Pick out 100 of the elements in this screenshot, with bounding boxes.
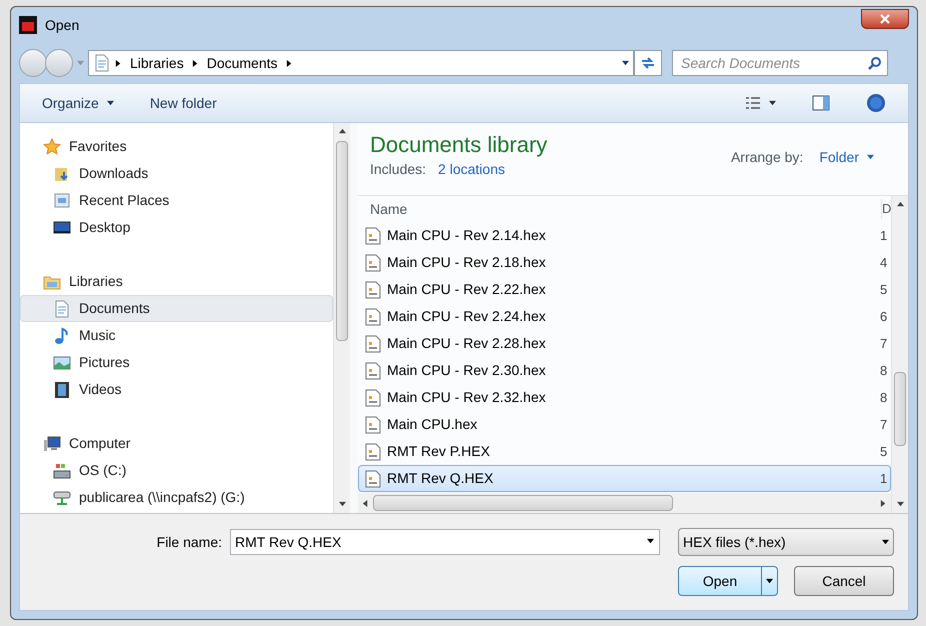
- table-cell-text: 5: [880, 442, 888, 461]
- dropdown-caret-icon[interactable]: [622, 60, 629, 66]
- file-name: RMT Rev Q.HEX: [387, 469, 494, 488]
- table-cell-text: 6: [880, 308, 888, 326]
- file-name: Main CPU - Rev 2.30.hex: [387, 361, 546, 380]
- table-cell-text: 7: [880, 334, 888, 353]
- search-field[interactable]: Search Documents: [672, 50, 888, 76]
- file-row[interactable]: Main CPU - Rev 2.14.hex 1: [358, 222, 891, 249]
- file-name: Main CPU - Rev 2.18.hex: [387, 253, 546, 272]
- caret-icon: [867, 154, 874, 161]
- scroll-down-icon[interactable]: [338, 501, 346, 508]
- caret-icon[interactable]: [766, 578, 773, 584]
- scroll-up-icon[interactable]: [896, 201, 904, 208]
- file-row[interactable]: Main CPU - Rev 2.28.hex 7: [358, 330, 891, 357]
- refresh-icon: [640, 56, 656, 70]
- nav-item[interactable]: Downloads: [20, 160, 333, 187]
- scroll-left-icon[interactable]: [362, 500, 369, 506]
- picture-icon: [53, 354, 71, 372]
- file-name: Main CPU - Rev 2.28.hex: [387, 334, 546, 353]
- file-name-label: File name:: [156, 532, 222, 552]
- file-name: Main CPU - Rev 2.32.hex: [387, 388, 546, 407]
- nav-item[interactable]: OS (C:): [20, 457, 333, 484]
- file-row[interactable]: RMT Rev P.HEX 5: [358, 438, 891, 465]
- vertical-scrollbar[interactable]: [333, 123, 350, 513]
- breadcrumb[interactable]: Documents: [202, 52, 282, 74]
- document-icon: [93, 54, 111, 72]
- scroll-down-icon[interactable]: [896, 501, 904, 508]
- hex-file-icon: [365, 416, 381, 434]
- locations-link[interactable]: 2 locations: [438, 159, 505, 180]
- address-bar[interactable]: Libraries Documents: [88, 50, 634, 76]
- hex-file-icon: [365, 442, 381, 460]
- app-logo-icon: [19, 16, 37, 34]
- preview-pane-icon[interactable]: [812, 95, 830, 111]
- table-cell-text: 5: [880, 280, 888, 299]
- hex-file-icon: [365, 470, 381, 488]
- scroll-thumb[interactable]: [336, 141, 348, 341]
- nav-item[interactable]: Documents: [20, 295, 333, 322]
- view-list-icon[interactable]: [745, 96, 761, 110]
- breadcrumb-separator-icon[interactable]: [286, 60, 293, 66]
- search-icon: [868, 56, 882, 70]
- toolbar-button[interactable]: New folder: [150, 92, 217, 114]
- nav-item[interactable]: Computer: [20, 430, 333, 457]
- nav-item[interactable]: Recent Places: [20, 187, 333, 214]
- table-cell-text: 7: [880, 416, 888, 434]
- hex-file-icon: [365, 280, 381, 298]
- file-name: RMT Rev P.HEX: [387, 442, 490, 461]
- file-row[interactable]: Main CPU - Rev 2.18.hex 4: [358, 249, 891, 276]
- hex-file-icon: [365, 362, 381, 380]
- file-row[interactable]: Main CPU - Rev 2.24.hex 6: [358, 303, 891, 330]
- refresh-button[interactable]: [634, 50, 662, 76]
- vertical-scrollbar[interactable]: [891, 196, 908, 513]
- caret-icon[interactable]: [769, 100, 776, 106]
- file-row[interactable]: Main CPU - Rev 2.32.hex 8: [358, 384, 891, 411]
- nav-item[interactable]: publicarea (\\incpafs2) (G:): [20, 484, 333, 511]
- table-cell-text: 1: [880, 470, 888, 488]
- open-split-button[interactable]: Open: [678, 566, 778, 596]
- library-title: Documents library: [370, 131, 548, 159]
- desktop-icon: [53, 218, 71, 236]
- window-title: Open: [45, 16, 80, 35]
- nav-item[interactable]: Pictures: [20, 349, 333, 376]
- file-name: Main CPU - Rev 2.24.hex: [387, 307, 546, 326]
- caret-icon: [106, 100, 114, 106]
- scroll-right-icon[interactable]: [880, 500, 887, 506]
- nav-item[interactable]: Libraries: [20, 268, 333, 295]
- file-name-field[interactable]: RMT Rev Q.HEX: [230, 529, 660, 555]
- file-row[interactable]: Main CPU - Rev 2.30.hex 8: [358, 357, 891, 384]
- nav-item[interactable]: Music: [20, 322, 333, 349]
- breadcrumb[interactable]: Libraries: [126, 52, 188, 74]
- hex-file-icon: [365, 254, 381, 272]
- file-row[interactable]: Main CPU - Rev 2.22.hex 5: [358, 276, 891, 303]
- help-icon[interactable]: [866, 93, 886, 113]
- document-icon: [53, 300, 71, 318]
- breadcrumb-separator-icon[interactable]: [192, 60, 199, 66]
- hex-file-icon: [365, 334, 381, 352]
- file-name: Main CPU - Rev 2.22.hex: [387, 280, 546, 299]
- dialog-button[interactable]: Cancel: [794, 566, 894, 596]
- file-row[interactable]: RMT Rev Q.HEX 1: [358, 465, 891, 492]
- organize-menu-button[interactable]: Organize: [42, 92, 114, 114]
- includes-label: Includes:: [370, 160, 426, 179]
- file-name: Main CPU.hex: [387, 415, 478, 434]
- arrange-by-dropdown[interactable]: Folder: [819, 147, 874, 168]
- computer-icon: [43, 434, 61, 452]
- nav-item[interactable]: Videos: [20, 376, 333, 403]
- hex-file-icon: [365, 226, 381, 244]
- arrange-by-label: Arrange by:: [730, 148, 804, 167]
- hex-file-icon: [365, 388, 381, 406]
- scroll-up-icon[interactable]: [338, 128, 346, 135]
- nav-item[interactable]: Desktop: [20, 214, 333, 241]
- scroll-thumb[interactable]: [373, 495, 673, 511]
- scroll-thumb[interactable]: [894, 372, 906, 446]
- dropdown-caret-icon[interactable]: [647, 538, 654, 545]
- close-icon: [880, 14, 890, 24]
- file-row[interactable]: Main CPU.hex 7: [358, 411, 891, 438]
- nav-item[interactable]: Favorites: [20, 133, 333, 160]
- network-drive-icon: [53, 488, 71, 506]
- breadcrumb-separator-icon[interactable]: [115, 60, 122, 66]
- column-header[interactable]: Name: [358, 198, 881, 220]
- horizontal-scrollbar[interactable]: [358, 493, 891, 513]
- close-button[interactable]: [861, 9, 909, 29]
- file-type-dropdown[interactable]: HEX files (*.hex): [678, 528, 894, 556]
